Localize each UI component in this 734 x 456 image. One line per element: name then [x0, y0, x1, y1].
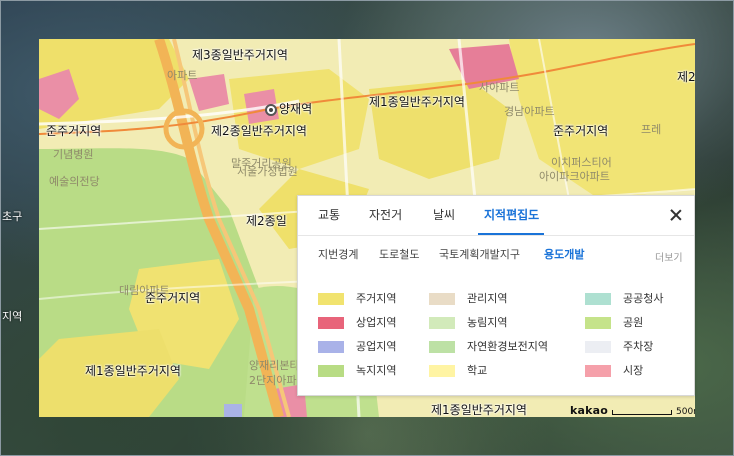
legend-label: 주거지역 [356, 292, 397, 305]
label-apt-5: 경남아파트 [504, 105, 555, 118]
station-marker-icon[interactable] [265, 104, 277, 116]
legend-label: 관리지역 [467, 292, 508, 305]
subtab-lot-boundary[interactable]: 지번경계 [318, 248, 358, 261]
legend-label: 주차장 [623, 340, 654, 353]
tab-traffic[interactable]: 교통 [318, 208, 340, 222]
label-yangjae-station[interactable]: 양재역 [279, 103, 312, 116]
label-1jong-lowest: 제1종일반주거지역 [431, 403, 527, 417]
legend-swatch [429, 293, 455, 305]
legend-swatch [585, 341, 611, 353]
legend-swatch [585, 317, 611, 329]
legend-swatch [429, 365, 455, 377]
map-layer-panel: 교통 자전거 날씨 지적편집도 지번경계 도로철도 국토계획개발지구 용도개발 … [297, 195, 695, 396]
legend-swatch [318, 293, 344, 305]
tab-bicycle[interactable]: 자전거 [369, 208, 402, 222]
scale-value: 500m [676, 407, 695, 417]
legend-label: 농림지역 [467, 316, 508, 329]
legend-label: 녹지지역 [356, 364, 397, 377]
legend-label: 학교 [467, 364, 488, 377]
legend-label: 상업지역 [356, 316, 397, 329]
legend-swatch [429, 317, 455, 329]
legend-label: 시장 [623, 364, 644, 377]
label-apt-2: 사아파트 [479, 81, 520, 94]
label-apt-8: 프레 [641, 123, 662, 136]
label-seoul-family: 서울가정법원 [237, 165, 298, 178]
label-3jong-top: 제3종일반주거지역 [192, 48, 288, 62]
label-arts-center: 예술의전당 [49, 175, 100, 188]
close-icon[interactable] [668, 207, 684, 223]
label-2jong-mid: 제2종일반주거지역 [211, 124, 307, 138]
label-2jong-right: 제2 [677, 70, 695, 84]
edge-label-left-top: 초구 [2, 210, 23, 223]
kakao-logo: kakao [570, 404, 609, 417]
layer-tabs: 교통 자전거 날씨 지적편집도 [298, 196, 694, 236]
label-2jong-lower: 제2종일 [246, 214, 287, 228]
tab-weather[interactable]: 날씨 [433, 208, 455, 222]
label-hospital: 기념병원 [53, 148, 94, 161]
legend-swatch [585, 365, 611, 377]
label-apt-3: 이치퍼스티어 [551, 156, 612, 169]
label-junju-left: 준주거지역 [46, 124, 102, 138]
label-apt-4: 아이파크아파트 [539, 170, 610, 183]
legend-label: 자연환경보전지역 [467, 340, 548, 353]
cadastral-subtabs: 지번경계 도로철도 국토계획개발지구 용도개발 더보기 [298, 237, 694, 271]
subtab-zoning[interactable]: 용도개발 [544, 248, 584, 261]
label-apt-7: 대림아파트 [119, 284, 170, 297]
legend-swatch [429, 341, 455, 353]
subtab-land-planning[interactable]: 국토계획개발지구 [439, 248, 520, 261]
legend-label: 공업지역 [356, 340, 397, 353]
legend-swatch [318, 317, 344, 329]
legend-swatch [318, 341, 344, 353]
more-link[interactable]: 더보기 [655, 249, 683, 264]
subtab-road-rail[interactable]: 도로철도 [379, 248, 419, 261]
legend-swatch [585, 293, 611, 305]
label-junju-right: 준주거지역 [553, 124, 609, 138]
legend-label: 공원 [623, 316, 644, 329]
legend-swatch [318, 365, 344, 377]
scale-bar [612, 410, 672, 415]
label-1jong-bottom: 제1종일반주거지역 [85, 364, 181, 378]
edge-label-left-bottom: 지역 [2, 310, 23, 323]
label-1jong-mid: 제1종일반주거지역 [369, 95, 465, 109]
legend-label: 공공청사 [623, 292, 664, 305]
tab-cadastral-map[interactable]: 지적편집도 [484, 208, 539, 222]
label-apt-1: 아파트 [167, 69, 198, 82]
active-tab-indicator [478, 233, 544, 235]
